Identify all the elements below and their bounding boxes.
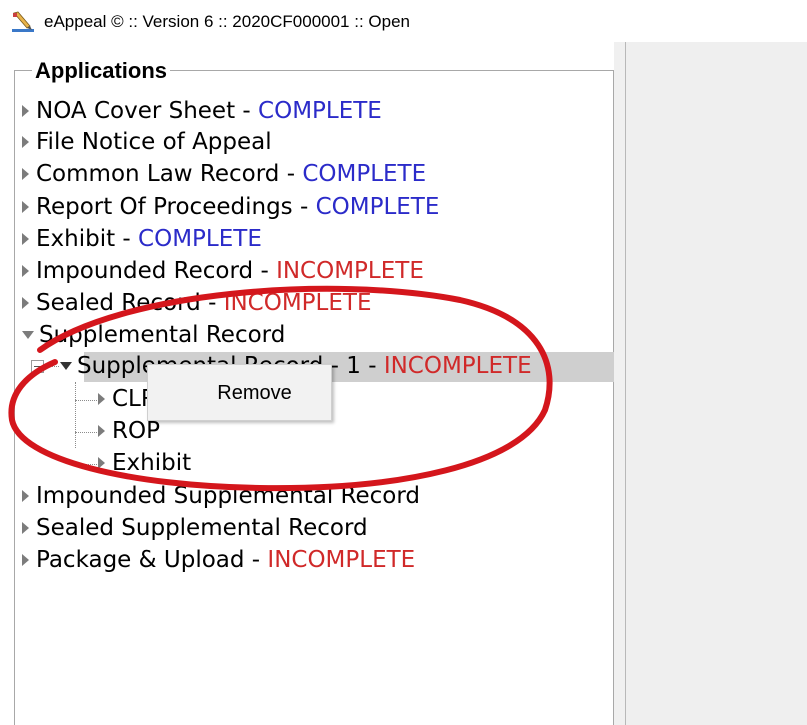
status-label: COMPLETE [315, 194, 440, 220]
tree-connector [75, 432, 97, 433]
expand-arrow-icon[interactable] [22, 554, 29, 566]
status-label: COMPLETE [302, 161, 427, 187]
tree-item-label: Common Law Record - [36, 161, 303, 187]
tree-item-label: Supplemental Record [39, 322, 286, 348]
tree-item-package-upload[interactable]: Package & Upload - INCOMPLETE [22, 545, 415, 576]
pencil-icon [12, 11, 34, 32]
tree-item-label: NOA Cover Sheet - [36, 98, 259, 124]
detail-panel [625, 42, 807, 725]
title-bar: eAppeal © :: Version 6 :: 2020CF000001 :… [0, 0, 807, 42]
tree-item-report-of-proceedings[interactable]: Report Of Proceedings - COMPLETE [22, 192, 439, 223]
tree-item-sealed-record[interactable]: Sealed Record - INCOMPLETE [22, 288, 371, 319]
tree-item-impounded-supplemental-record[interactable]: Impounded Supplemental Record [22, 481, 420, 512]
tree-item-label: Impounded Record - [36, 258, 277, 284]
status-label: INCOMPLETE [276, 258, 424, 284]
tree-item-supplemental-record[interactable]: Supplemental Record [22, 320, 285, 351]
tree-item-label: Impounded Supplemental Record [36, 483, 421, 509]
collapse-arrow-icon[interactable] [60, 362, 72, 370]
expand-arrow-icon[interactable] [22, 265, 29, 277]
expand-arrow-icon[interactable] [22, 105, 29, 117]
tree-item-common-law-record[interactable]: Common Law Record - COMPLETE [22, 159, 426, 190]
expand-arrow-icon[interactable] [98, 425, 105, 437]
status-label: INCOMPLETE [267, 547, 416, 573]
tree-connector [75, 382, 76, 448]
applications-legend: Applications [32, 58, 171, 84]
expand-arrow-icon[interactable] [98, 457, 105, 469]
tree-item-label: Sealed Record - [36, 290, 224, 316]
tree-item-exhibit[interactable]: Exhibit - COMPLETE [22, 224, 262, 255]
app-window: eAppeal © :: Version 6 :: 2020CF000001 :… [0, 0, 807, 725]
tree-item-label: Sealed Supplemental Record [36, 515, 368, 541]
status-label: COMPLETE [138, 226, 262, 252]
remove-menu-item[interactable]: Remove [148, 365, 331, 420]
tree-item-label: Package & Upload - [36, 547, 268, 573]
collapse-arrow-icon[interactable] [22, 331, 34, 339]
tree-item-label: Exhibit [112, 450, 192, 476]
tree-item-sealed-supplemental-record[interactable]: Sealed Supplemental Record [22, 513, 368, 544]
expand-arrow-icon[interactable] [22, 201, 29, 213]
expand-arrow-icon[interactable] [22, 490, 29, 502]
status-label: COMPLETE [258, 98, 382, 124]
expand-arrow-icon[interactable] [22, 522, 29, 534]
expand-arrow-icon[interactable] [22, 168, 29, 180]
context-menu: Remove [147, 364, 332, 421]
expand-arrow-icon[interactable] [22, 233, 29, 245]
tree-connector [45, 366, 59, 367]
tree-item-noa-cover-sheet[interactable]: NOA Cover Sheet - COMPLETE [22, 96, 382, 127]
expand-arrow-icon[interactable] [22, 297, 29, 309]
expand-arrow-icon[interactable] [98, 393, 105, 405]
tree-connector [75, 400, 97, 401]
tree-item-label: Report Of Proceedings - [36, 194, 316, 220]
tree-item-impounded-record[interactable]: Impounded Record - INCOMPLETE [22, 256, 424, 287]
tree-connector [75, 464, 97, 465]
tree-item-label: File Notice of Appeal [36, 129, 272, 155]
status-label: INCOMPLETE [383, 353, 532, 379]
collapse-box-icon[interactable] [31, 360, 44, 373]
tree-item-label: Exhibit - [36, 226, 139, 252]
tree-item-exhibit-child[interactable]: Exhibit [98, 448, 191, 479]
status-label: INCOMPLETE [223, 290, 372, 316]
tree-item-label: ROP [112, 418, 160, 444]
window-title: eAppeal © :: Version 6 :: 2020CF000001 :… [44, 12, 410, 31]
expand-arrow-icon[interactable] [22, 136, 29, 148]
tree-item-file-notice-of-appeal[interactable]: File Notice of Appeal [22, 127, 272, 158]
